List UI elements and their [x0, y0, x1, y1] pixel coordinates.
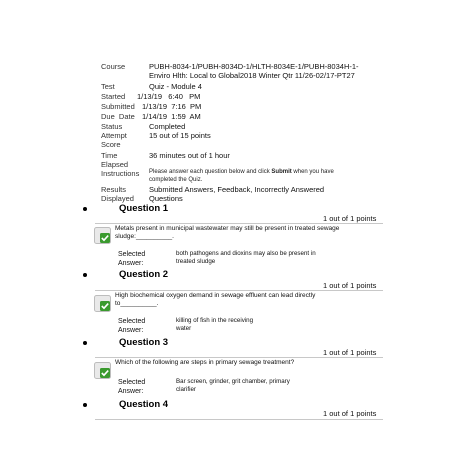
- question-points: 1 out of 1 points: [323, 281, 377, 290]
- bullet-icon: [83, 403, 87, 407]
- due-date-value: 1/14/19 1:59 AM: [142, 112, 201, 121]
- question-points: 1 out of 1 points: [323, 214, 377, 223]
- bullet-icon: [83, 207, 87, 211]
- question-title: Question 3: [119, 337, 169, 348]
- selected-answer-label-line2: Answer:: [118, 327, 144, 334]
- selected-answer-label-line1: Selected: [118, 251, 146, 258]
- divider: [95, 419, 383, 420]
- attempt-score-label-line2: Score: [101, 140, 121, 149]
- course-value-line2: Enviro Hlth: Local to Global2018 Winter …: [149, 71, 355, 80]
- question-text-line2: sludge:__________.: [115, 233, 174, 240]
- instructions-label: Instructions: [101, 169, 140, 178]
- question-text-line1: Which of the following are steps in prim…: [115, 359, 295, 366]
- selected-answer-line2: water: [176, 325, 192, 332]
- selected-answer-label-line2: Answer:: [118, 388, 144, 395]
- correct-check-icon: [94, 227, 111, 244]
- selected-answer-line1: both pathogens and dioxins may also be p…: [176, 250, 316, 257]
- started-label: Started: [101, 92, 126, 101]
- course-label: Course: [101, 62, 126, 71]
- divider: [95, 290, 383, 291]
- divider: [95, 357, 383, 358]
- selected-answer-label-line1: Selected: [118, 318, 146, 325]
- correct-check-icon: [94, 295, 111, 312]
- bullet-icon: [83, 341, 87, 345]
- submit-keyword: Submit: [271, 169, 292, 175]
- test-value: Quiz - Module 4: [149, 82, 202, 91]
- question-title: Question 1: [119, 203, 169, 214]
- test-label: Test: [101, 82, 115, 91]
- selected-answer-label-line1: Selected: [118, 379, 146, 386]
- divider: [95, 223, 383, 224]
- instructions-text-line2: completed the Quiz.: [149, 177, 203, 183]
- started-value: 1/13/19 6:40 PM: [137, 92, 201, 101]
- instructions-text-line1: Please answer each question below and cl…: [149, 169, 334, 175]
- submitted-value: 1/13/19 7:16 PM: [142, 102, 202, 111]
- selected-answer-line1: killing of fish in the receiving: [176, 317, 254, 324]
- submitted-label: Submitted: [101, 102, 135, 111]
- selected-answer-label-line2: Answer:: [118, 260, 144, 267]
- question-points: 1 out of 1 points: [323, 409, 377, 418]
- bullet-icon: [83, 273, 87, 277]
- correct-check-icon: [94, 362, 111, 379]
- question-text-line1: High biochemical oxygen demand in sewage…: [115, 292, 316, 299]
- attempt-score-value: 15 out of 15 points: [149, 131, 211, 140]
- selected-answer-line1: Bar screen, grinder, grit chamber, prima…: [176, 378, 290, 385]
- due-date-label: Due Date: [101, 112, 135, 121]
- time-elapsed-value: 36 minutes out of 1 hour: [149, 151, 230, 160]
- question-text-line2: to__________.: [115, 300, 159, 307]
- selected-answer-line2: clarifier: [176, 386, 196, 393]
- selected-answer-line2: treated sludge: [176, 258, 216, 265]
- question-title: Question 4: [119, 399, 169, 410]
- question-points: 1 out of 1 points: [323, 348, 377, 357]
- question-title: Question 2: [119, 269, 169, 280]
- question-text-line1: Metals present in municipal wastewater m…: [115, 225, 340, 232]
